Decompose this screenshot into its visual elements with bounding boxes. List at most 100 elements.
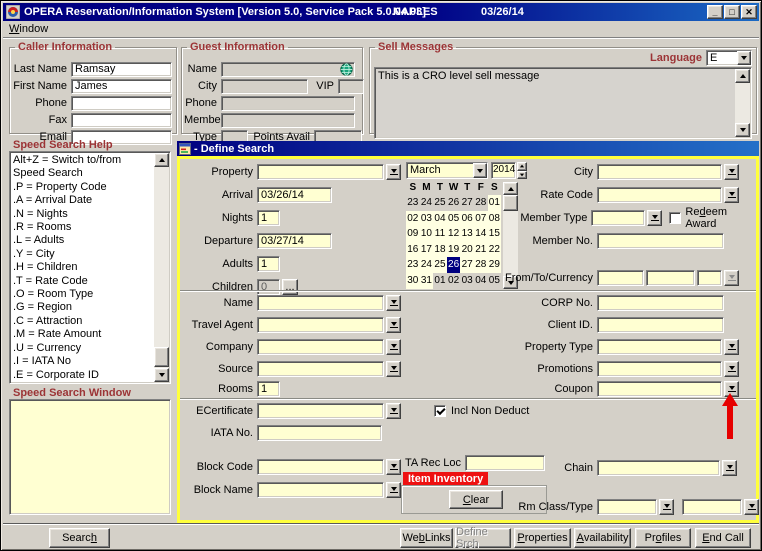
calendar-day[interactable]: 27 [460,257,474,273]
end-call-button[interactable]: End Call [695,528,751,548]
calendar-day[interactable]: 13 [460,226,474,242]
chain-lov-icon[interactable] [722,460,737,476]
corp-no-input[interactable] [597,295,724,311]
speed-search-window[interactable] [9,399,171,515]
incl-non-deduct-checkbox[interactable] [434,405,446,417]
calendar-day[interactable]: 06 [460,211,474,227]
source-lov-icon[interactable] [386,361,401,377]
search-button[interactable]: Search [49,528,110,548]
menu-window[interactable]: Window [9,23,48,35]
arrival-input[interactable] [257,187,332,203]
ecertificate-input[interactable] [257,403,384,419]
iata-no-input[interactable] [257,425,382,441]
scroll-down-icon[interactable] [154,368,169,382]
promotions-input[interactable] [597,361,722,377]
minimize-icon[interactable]: _ [707,5,723,19]
profiles-button[interactable]: Profiles [635,528,691,548]
rate-code-input[interactable] [597,187,722,203]
promotions-lov-icon[interactable] [724,361,739,377]
travel-agent-lov-icon[interactable] [386,317,401,333]
to-input[interactable] [646,270,695,286]
property-type-input[interactable] [597,339,722,355]
adults-input[interactable] [257,256,280,272]
calendar-day[interactable]: 04 [433,211,447,227]
web-links-button[interactable]: Web Links [400,528,453,548]
calendar-day[interactable]: 10 [420,226,434,242]
properties-button[interactable]: Properties [514,528,571,548]
block-code-lov-icon[interactable] [386,459,401,475]
calendar-day[interactable]: 23 [406,195,420,211]
currency-input[interactable] [697,270,722,286]
city-lov-icon[interactable] [724,164,739,180]
speed-search-help-list[interactable]: Alt+Z = Switch to/from Speed Search.P = … [9,151,171,384]
name-input[interactable] [257,295,384,311]
calendar-day[interactable]: 28 [474,257,488,273]
calendar-day[interactable]: 25 [433,257,447,273]
block-name-input[interactable] [257,482,384,498]
scroll-up-icon[interactable] [154,153,169,167]
sell-message-scrollbar[interactable] [735,69,750,137]
rm-type-input[interactable] [682,499,742,515]
block-name-lov-icon[interactable] [386,482,401,498]
last-name-input[interactable] [71,62,172,77]
children-more-button[interactable]: ... [282,279,298,295]
globe-icon[interactable] [340,63,353,76]
calendar-day[interactable]: 21 [474,242,488,258]
calendar-day[interactable]: 24 [420,257,434,273]
client-id-input[interactable] [597,317,724,333]
calendar-day[interactable]: 27 [460,195,474,211]
calendar-day[interactable]: 05 [447,211,461,227]
scroll-up-icon[interactable] [735,69,750,83]
calendar-day[interactable]: 25 [433,195,447,211]
caller-phone-input[interactable] [71,96,172,111]
calendar-day[interactable]: 11 [433,226,447,242]
calendar-day[interactable]: 12 [447,226,461,242]
language-dropdown-icon[interactable] [737,51,751,65]
travel-agent-input[interactable] [257,317,384,333]
calendar-day[interactable]: 07 [474,211,488,227]
rate-code-lov-icon[interactable] [724,187,739,203]
month-dropdown-icon[interactable] [473,163,487,178]
calendar-day[interactable]: 26 [447,257,461,273]
nights-input[interactable] [257,210,280,226]
rm-class-input[interactable] [597,499,657,515]
fax-input[interactable] [71,113,172,128]
calendar-day[interactable]: 19 [447,242,461,258]
calendar-day[interactable]: 14 [474,226,488,242]
calendar-day[interactable]: 04 [474,273,488,289]
calendar-day[interactable]: 17 [420,242,434,258]
rm-class-lov-icon[interactable] [659,499,674,515]
calendar-day[interactable]: 09 [406,226,420,242]
calendar-month-combo[interactable]: March [406,162,488,179]
calendar-day[interactable]: 26 [447,195,461,211]
availability-button[interactable]: Availability [574,528,631,548]
ecertificate-lov-icon[interactable] [386,403,401,419]
coupon-input[interactable] [597,381,722,397]
block-code-input[interactable] [257,459,384,475]
calendar-day[interactable]: 02 [447,273,461,289]
chain-input[interactable] [597,460,720,476]
calendar-day[interactable]: 28 [474,195,488,211]
language-combo[interactable]: E [706,50,752,66]
close-icon[interactable]: ✕ [741,5,757,19]
city-input[interactable] [597,164,722,180]
property-input[interactable] [257,164,384,180]
name-lov-icon[interactable] [386,295,401,311]
calendar-day[interactable]: 18 [433,242,447,258]
from-input[interactable] [597,270,644,286]
scroll-thumb[interactable] [154,347,169,367]
company-lov-icon[interactable] [386,339,401,355]
member-type-input[interactable] [591,210,645,226]
maximize-icon[interactable]: □ [724,5,740,19]
clear-button[interactable]: Clear [449,490,503,509]
source-input[interactable] [257,361,384,377]
redeem-award-checkbox[interactable] [669,212,681,224]
calendar-day[interactable]: 24 [420,195,434,211]
departure-input[interactable] [257,233,332,249]
rm-type-lov-icon[interactable] [744,499,759,515]
first-name-input[interactable] [71,79,172,94]
property-type-lov-icon[interactable] [724,339,739,355]
calendar-day[interactable]: 31 [420,273,434,289]
calendar-day[interactable]: 20 [460,242,474,258]
member-no-input[interactable] [597,233,724,249]
